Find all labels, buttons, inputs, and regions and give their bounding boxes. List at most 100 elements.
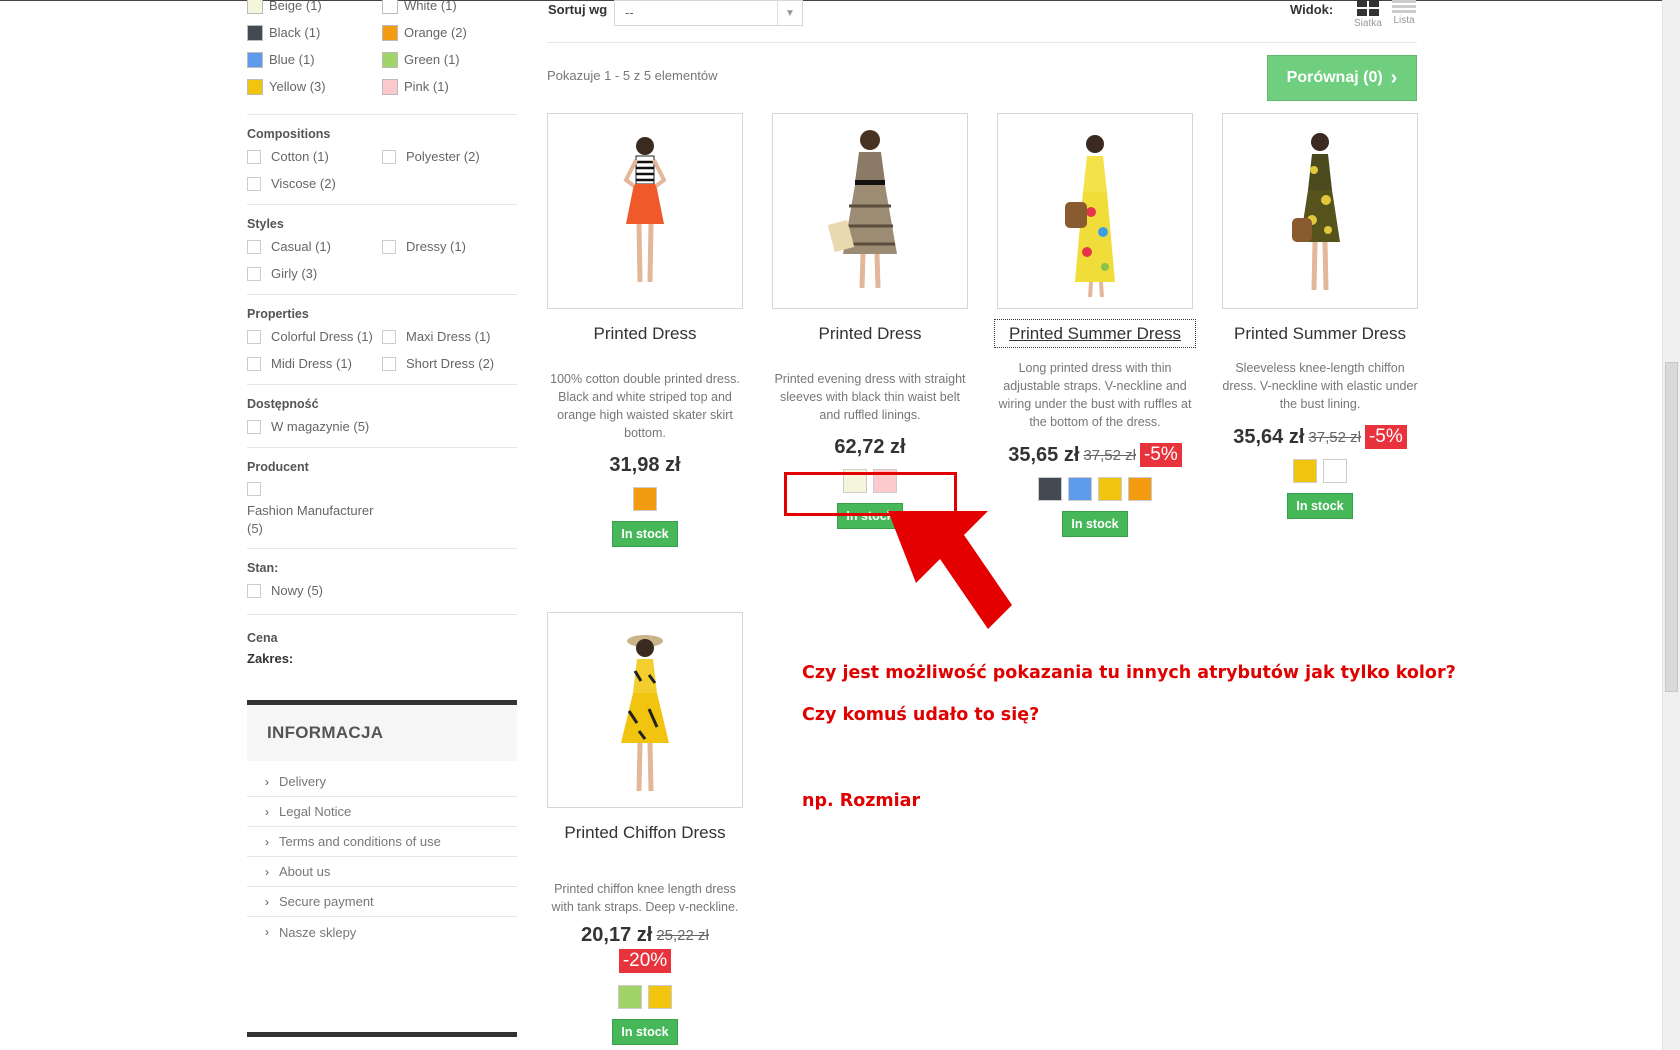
annotation-question: Czy jest możliwość pokazania tu innych a… [802, 663, 1456, 683]
product-image[interactable] [997, 113, 1193, 309]
list-view-button[interactable]: Lista [1392, 0, 1416, 26]
compare-label: Porównaj (0) [1286, 69, 1383, 86]
color-swatches [1222, 459, 1418, 483]
checkbox[interactable] [247, 419, 261, 434]
toolbar-divider [547, 42, 1417, 43]
product-image[interactable] [547, 612, 743, 808]
info-link-terms[interactable]: › Terms and conditions of use [247, 827, 517, 857]
filter-label: Girly (3) [271, 266, 318, 281]
product-count: Pokazuje 1 - 5 z 5 elementów [547, 68, 718, 83]
old-price: 25,22 zł [656, 927, 709, 944]
compare-button[interactable]: Porównaj (0) › [1267, 55, 1417, 101]
color-swatch-yellow[interactable] [1293, 459, 1317, 483]
product-name[interactable]: Printed Chiffon Dress [547, 821, 743, 844]
checkbox[interactable] [247, 583, 261, 598]
filter-color-black[interactable]: Black (1) [247, 19, 382, 46]
product-description: 100% cotton double printed dress. Black … [550, 372, 740, 440]
checkbox[interactable] [382, 356, 396, 371]
filter-label: Pink (1) [404, 79, 449, 94]
filter-color-pink[interactable]: Pink (1) [382, 73, 517, 100]
grid-view-label: Siatka [1354, 18, 1382, 29]
color-swatch-white[interactable] [1323, 459, 1347, 483]
filter-option[interactable]: W magazynie (5) [247, 413, 517, 440]
dress-photo [623, 137, 667, 283]
filter-option[interactable]: Viscose (2) [247, 170, 382, 197]
stock-badge: In stock [1062, 511, 1128, 537]
checkbox[interactable] [247, 266, 261, 281]
stock-badge: In stock [612, 521, 678, 547]
checkbox[interactable] [382, 239, 396, 254]
product-image[interactable] [1222, 113, 1418, 309]
product-card: Printed Dress 100% cotton double printed… [547, 113, 743, 547]
chevron-down-icon[interactable]: ▼ [777, 1, 802, 25]
filter-label: Colorful Dress (1) [271, 329, 373, 344]
product-name[interactable]: Printed Summer Dress [994, 319, 1196, 348]
filter-color-orange[interactable]: Orange (2) [382, 19, 517, 46]
grid-view-button[interactable]: Siatka [1354, 0, 1382, 29]
orange-swatch [382, 24, 398, 41]
filter-label: Maxi Dress (1) [406, 329, 491, 344]
color-swatch-black[interactable] [1038, 477, 1062, 501]
checkbox[interactable] [247, 239, 261, 254]
product-name[interactable]: Printed Dress [547, 322, 743, 345]
chevron-right-icon: › [265, 834, 269, 849]
info-link-stores[interactable]: › Nasze sklepy [247, 917, 517, 947]
checkbox[interactable] [247, 356, 261, 371]
checkbox[interactable] [247, 329, 261, 344]
color-swatch-green[interactable] [618, 985, 642, 1009]
filter-color-white[interactable]: White (1) [382, 0, 517, 19]
filter-option[interactable]: Dressy (1) [382, 233, 517, 260]
product-price: 20,17 zł [581, 924, 653, 946]
filter-option[interactable]: Casual (1) [247, 233, 382, 260]
filter-title: Compositions [247, 127, 331, 141]
info-link-delivery[interactable]: › Delivery [247, 767, 517, 797]
filter-option[interactable]: Colorful Dress (1) [247, 323, 382, 350]
info-link-secure-payment[interactable]: › Secure payment [247, 887, 517, 917]
color-swatch-orange[interactable] [1128, 477, 1152, 501]
filter-option[interactable]: Fashion Manufacturer (5) [247, 482, 517, 538]
grid-icon [1356, 0, 1379, 16]
checkbox[interactable] [247, 176, 261, 191]
filter-color-green[interactable]: Green (1) [382, 46, 517, 73]
manufacturer-filter: Producent Fashion Manufacturer (5) [247, 448, 517, 549]
filter-label: Beige (1) [269, 0, 322, 13]
info-link-about-us[interactable]: › About us [247, 857, 517, 887]
vertical-scrollbar[interactable] [1662, 0, 1680, 1050]
info-link-label: Terms and conditions of use [279, 834, 441, 849]
checkbox[interactable] [382, 329, 396, 344]
filter-option[interactable]: Midi Dress (1) [247, 350, 382, 377]
filter-color-yellow[interactable]: Yellow (3) [247, 73, 382, 100]
information-title: INFORMACJA [247, 705, 517, 761]
filter-color-beige[interactable]: Beige (1) [247, 0, 382, 19]
checkbox[interactable] [382, 149, 396, 164]
color-swatch-yellow[interactable] [1098, 477, 1122, 501]
checkbox[interactable] [247, 482, 261, 496]
product-image[interactable] [547, 113, 743, 309]
filter-option[interactable]: Nowy (5) [247, 577, 517, 604]
filter-option[interactable]: Maxi Dress (1) [382, 323, 517, 350]
filter-color-blue[interactable]: Blue (1) [247, 46, 382, 73]
info-link-label: Nasze sklepy [279, 924, 357, 940]
sort-select[interactable]: -- ▼ [614, 0, 803, 26]
product-price-row: 35,64 zł 37,52 zł -5% [1222, 425, 1418, 449]
scrollbar-thumb[interactable] [1665, 362, 1678, 692]
color-swatch-orange[interactable] [633, 487, 657, 511]
color-swatch-yellow[interactable] [648, 985, 672, 1009]
product-name[interactable]: Printed Summer Dress [1222, 322, 1418, 345]
yellow-swatch [247, 78, 263, 95]
filter-option[interactable]: Girly (3) [247, 260, 382, 287]
condition-filter: Stan: Nowy (5) [247, 549, 517, 615]
old-price: 37,52 zł [1308, 428, 1361, 446]
checkbox[interactable] [247, 149, 261, 164]
info-link-label: Delivery [279, 774, 326, 789]
beige-swatch [247, 0, 263, 14]
sort-label: Sortuj wg [548, 2, 608, 17]
price-filter: Cena Zakres: [247, 615, 517, 666]
product-name[interactable]: Printed Dress [772, 322, 968, 345]
filter-option[interactable]: Cotton (1) [247, 143, 382, 170]
filter-option[interactable]: Polyester (2) [382, 143, 517, 170]
filter-option[interactable]: Short Dress (2) [382, 350, 517, 377]
info-link-legal-notice[interactable]: › Legal Notice [247, 797, 517, 827]
product-image[interactable] [772, 113, 968, 309]
color-swatch-blue[interactable] [1068, 477, 1092, 501]
